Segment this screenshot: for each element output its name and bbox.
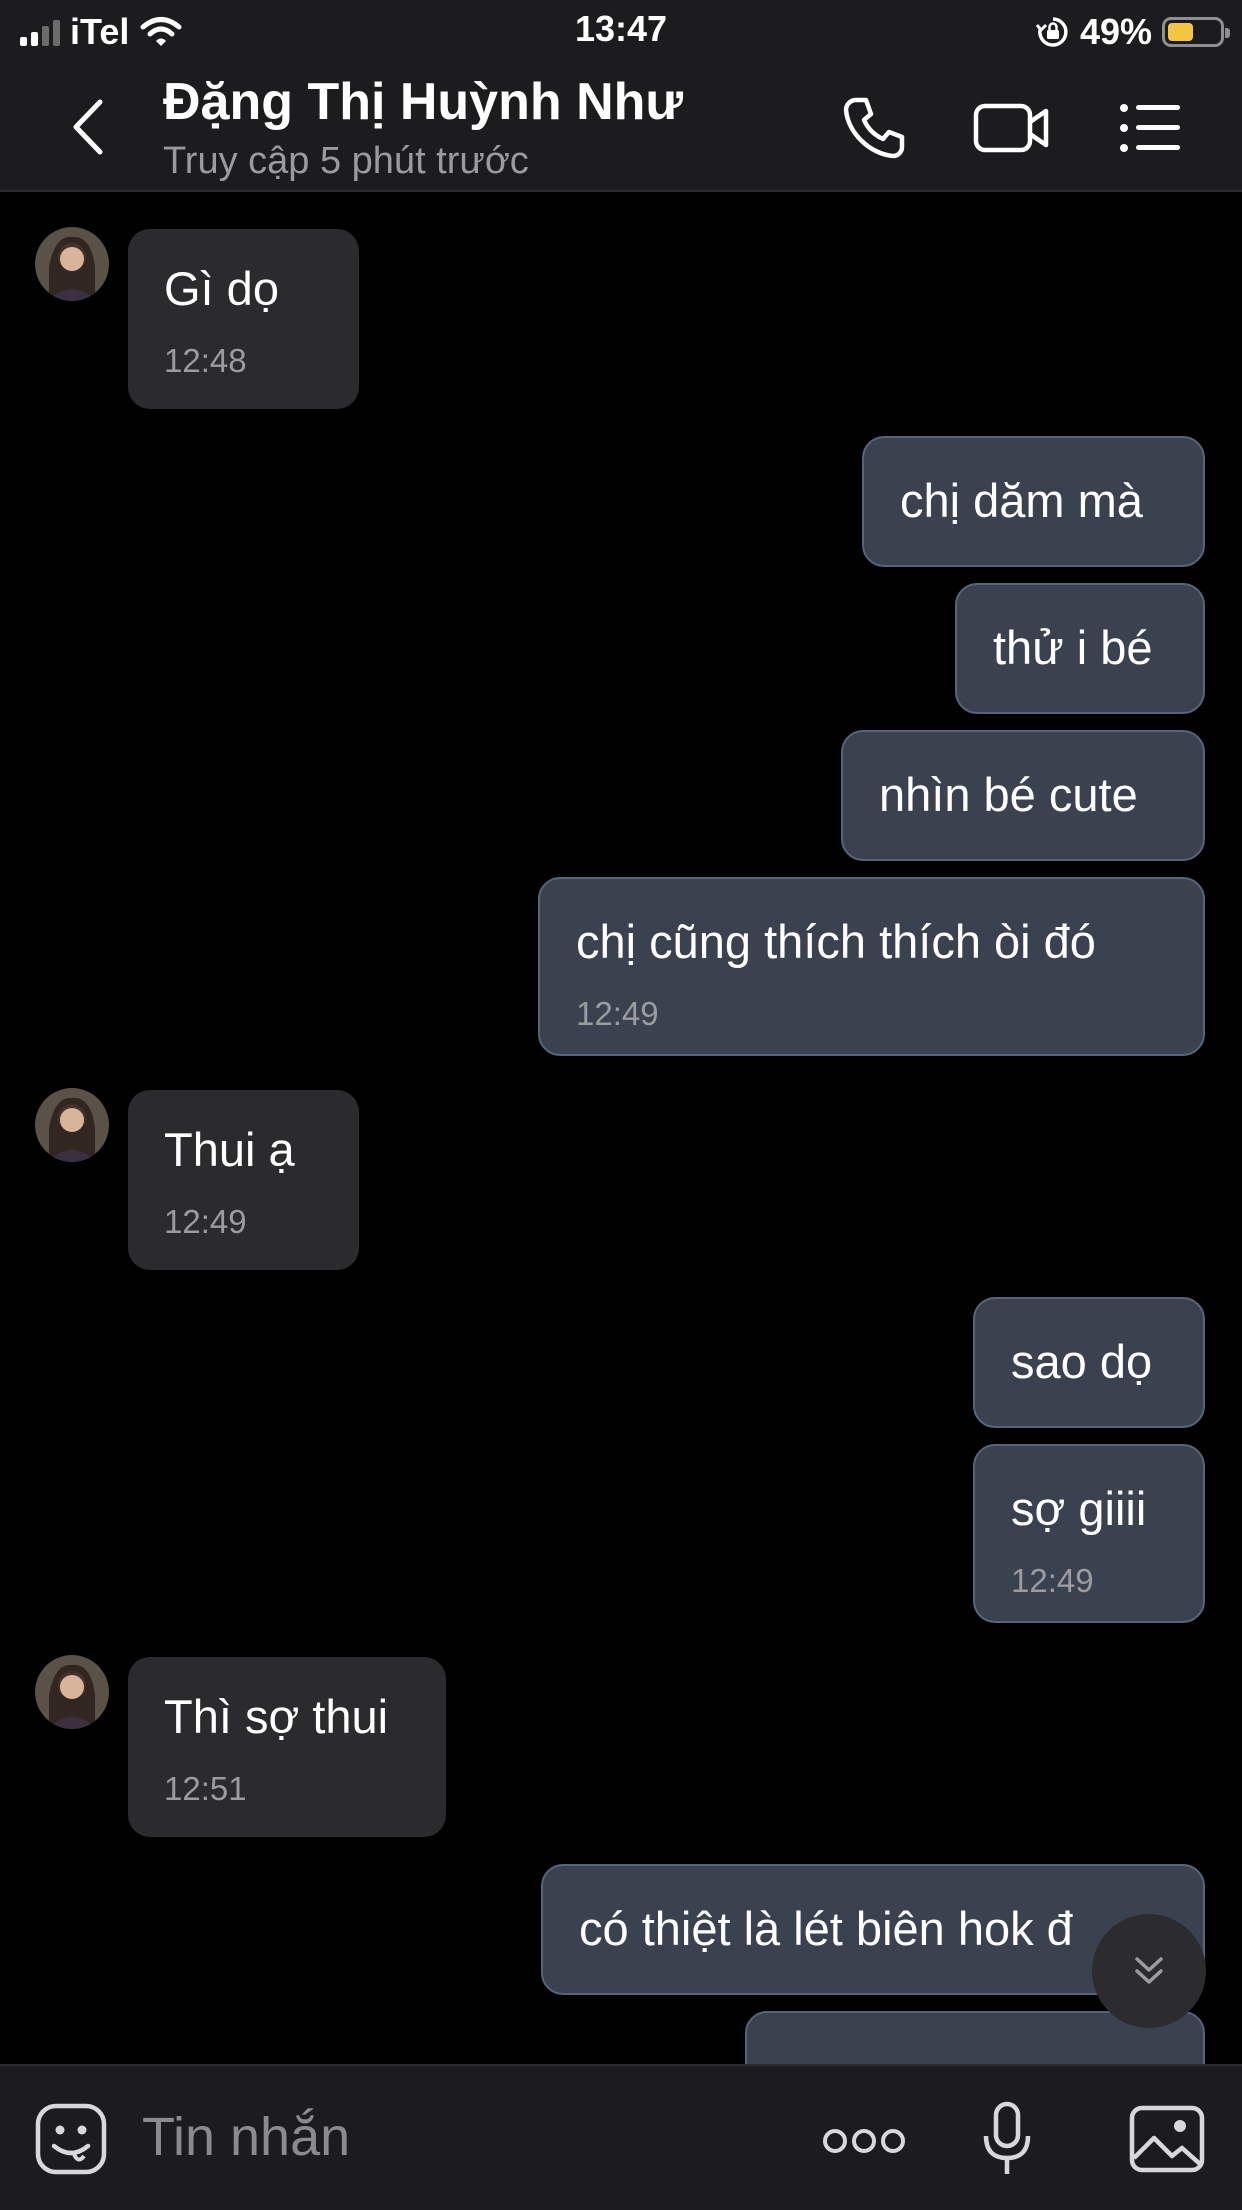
scroll-to-bottom-button[interactable] xyxy=(1092,1914,1206,2028)
avatar[interactable] xyxy=(35,1088,109,1162)
contact-name: Đặng Thị Huỳnh Như xyxy=(163,73,684,131)
message-bubble-outgoing[interactable]: sợ giiii 12:49 xyxy=(973,1444,1205,1623)
message-text: thử i bé xyxy=(993,621,1153,674)
message-bubble-incoming[interactable]: Gì dọ 12:48 xyxy=(128,229,359,409)
message-text: chị dăm mà xyxy=(900,474,1143,527)
message-bubble-outgoing[interactable]: chị dăm mà xyxy=(862,436,1205,567)
chevron-left-icon[interactable] xyxy=(62,94,122,160)
message-text: Gì dọ xyxy=(164,262,279,315)
contact-info[interactable]: Đặng Thị Huỳnh Như Truy cập 5 phút trước xyxy=(163,68,683,186)
list-menu-icon[interactable] xyxy=(1118,92,1182,164)
more-dots-icon[interactable] xyxy=(822,2126,906,2156)
message-text: chị cũng thích thích òi đó xyxy=(576,915,1096,968)
avatar[interactable] xyxy=(35,1655,109,1729)
battery-icon xyxy=(1162,17,1230,47)
message-time: 12:51 xyxy=(164,1770,247,1807)
rotation-lock-icon xyxy=(1035,17,1068,47)
message-bubble-outgoing[interactable]: sao dọ xyxy=(973,1297,1205,1428)
image-gallery-icon[interactable] xyxy=(1128,2104,1206,2174)
battery-percent: 49% xyxy=(1079,11,1152,52)
message-time: 12:49 xyxy=(164,1203,247,1240)
message-text: có thiệt là lét biên hok đ xyxy=(579,1902,1073,1955)
phone-icon[interactable] xyxy=(838,92,910,164)
chat-header: Đặng Thị Huỳnh Như Truy cập 5 phút trước xyxy=(0,64,1242,192)
message-bubble-incoming[interactable]: Thui ạ 12:49 xyxy=(128,1090,359,1270)
message-bubble-outgoing[interactable]: chị cũng thích thích òi đó 12:49 xyxy=(538,877,1205,1056)
video-camera-icon[interactable] xyxy=(972,92,1052,164)
message-time: 12:48 xyxy=(164,342,247,379)
avatar[interactable] xyxy=(35,227,109,301)
message-text: sao dọ xyxy=(1011,1335,1153,1388)
emoji-sticker-icon[interactable] xyxy=(34,2102,108,2176)
message-time: 12:49 xyxy=(1011,1562,1094,1599)
message-input[interactable]: Tin nhắn xyxy=(142,2106,350,2168)
message-text: sợ giiii xyxy=(1011,1482,1147,1535)
last-seen-status: Truy cập 5 phút trước xyxy=(163,140,529,182)
status-right: 49% xyxy=(1035,8,1230,56)
message-bubble-outgoing[interactable]: thử i bé xyxy=(955,583,1205,714)
message-text: Thui ạ xyxy=(164,1123,295,1176)
message-time: 12:49 xyxy=(576,995,659,1032)
message-text: Thì sợ thui xyxy=(164,1690,389,1743)
double-chevron-down-icon xyxy=(1135,1957,1163,1984)
message-bubble-incoming[interactable]: Thì sợ thui 12:51 xyxy=(128,1657,446,1837)
microphone-icon[interactable] xyxy=(982,2100,1032,2178)
message-bubble-outgoing[interactable]: nhìn bé cute xyxy=(841,730,1205,861)
message-text: nhìn bé cute xyxy=(879,768,1138,821)
message-input-bar: Tin nhắn xyxy=(0,2064,1242,2210)
status-bar: iTel 13:47 49% xyxy=(0,0,1242,64)
